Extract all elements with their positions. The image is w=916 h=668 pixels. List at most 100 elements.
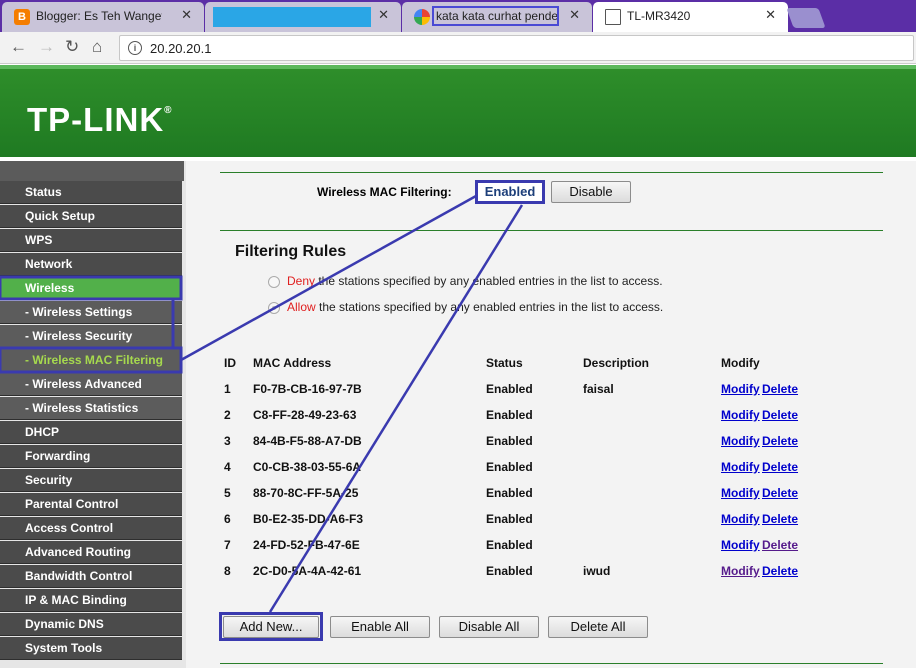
- tp-link-logo: TP-LINK®: [27, 101, 173, 139]
- add-new-button[interactable]: Add New...: [223, 616, 319, 638]
- header-banner: TP-LINK®: [0, 65, 916, 157]
- row-status: Enabled: [486, 408, 533, 422]
- row-id: 2: [224, 408, 231, 422]
- row-id: 4: [224, 460, 231, 474]
- row-status: Enabled: [486, 382, 533, 396]
- row-mac: 88-70-8C-FF-5A-25: [253, 486, 359, 500]
- row-description: iwud: [583, 564, 611, 578]
- deny-description: the stations specified by any enabled en…: [315, 274, 663, 288]
- menu-item-wireless-statistics[interactable]: - Wireless Statistics: [0, 397, 182, 420]
- row-status: Enabled: [486, 434, 533, 448]
- back-arrow-icon[interactable]: ←: [10, 37, 27, 57]
- menu-item-access-control[interactable]: Access Control: [0, 517, 182, 540]
- menu-item-wireless-advanced[interactable]: - Wireless Advanced: [0, 373, 182, 396]
- modify-link[interactable]: Modify: [721, 538, 760, 552]
- column-header-description: Description: [583, 356, 650, 370]
- row-status: Enabled: [486, 486, 533, 500]
- menu-item-dynamic-dns[interactable]: Dynamic DNS: [0, 613, 182, 636]
- menu-item-system-tools[interactable]: System Tools: [0, 637, 182, 660]
- modify-link[interactable]: Modify: [721, 408, 760, 422]
- enable-all-button[interactable]: Enable All: [330, 616, 430, 638]
- menu-item-ip-mac-binding[interactable]: IP & MAC Binding: [0, 589, 182, 612]
- menu-item-network[interactable]: Network: [0, 253, 182, 276]
- row-mac: 2C-D0-5A-4A-42-61: [253, 564, 362, 578]
- logo-text: TP-LINK: [27, 101, 165, 138]
- row-description: faisal: [583, 382, 614, 396]
- column-header-status: Status: [486, 356, 523, 370]
- allow-radio[interactable]: [268, 302, 280, 314]
- forward-arrow-icon[interactable]: →: [38, 37, 55, 57]
- deny-radio[interactable]: [268, 276, 280, 288]
- disable-button[interactable]: Disable: [551, 181, 631, 203]
- home-icon[interactable]: ⌂: [92, 37, 102, 57]
- menu-item-dhcp[interactable]: DHCP: [0, 421, 182, 444]
- allow-option-label: Allow the stations specified by any enab…: [287, 300, 663, 314]
- row-mac: C8-FF-28-49-23-63: [253, 408, 357, 422]
- delete-all-button[interactable]: Delete All: [548, 616, 648, 638]
- close-icon[interactable]: ✕: [181, 7, 192, 23]
- modify-link[interactable]: Modify: [721, 512, 760, 526]
- row-status: Enabled: [486, 460, 533, 474]
- row-mac: 84-4B-F5-88-A7-DB: [253, 434, 362, 448]
- main-content: Wireless MAC Filtering: Enabled Disable …: [186, 161, 916, 668]
- delete-link[interactable]: Delete: [762, 564, 798, 578]
- divider: [220, 230, 883, 231]
- delete-link[interactable]: Delete: [762, 382, 798, 396]
- delete-link[interactable]: Delete: [762, 486, 798, 500]
- browser-tab-redacted[interactable]: ✕: [205, 2, 401, 32]
- modify-link[interactable]: Modify: [721, 460, 760, 474]
- modify-link[interactable]: Modify: [721, 564, 760, 578]
- address-bar[interactable]: i 20.20.20.1: [119, 35, 914, 61]
- row-id: 3: [224, 434, 231, 448]
- delete-link[interactable]: Delete: [762, 512, 798, 526]
- close-icon[interactable]: ✕: [378, 7, 389, 23]
- info-icon[interactable]: i: [128, 41, 142, 55]
- close-icon[interactable]: ✕: [765, 7, 776, 23]
- menu-item-wireless-settings[interactable]: - Wireless Settings: [0, 301, 182, 324]
- close-icon[interactable]: ✕: [569, 7, 580, 23]
- redacted-tab-title: [213, 7, 371, 27]
- divider: [220, 172, 883, 173]
- row-mac: C0-CB-38-03-55-6A: [253, 460, 362, 474]
- row-status: Enabled: [486, 564, 533, 578]
- google-icon: [414, 9, 430, 25]
- row-status: Enabled: [486, 538, 533, 552]
- reload-icon[interactable]: ↻: [65, 37, 79, 57]
- divider: [220, 663, 883, 664]
- delete-link[interactable]: Delete: [762, 408, 798, 422]
- tab-title: kata kata curhat pendek: [432, 6, 559, 26]
- menu-item-wps[interactable]: WPS: [0, 229, 182, 252]
- modify-link[interactable]: Modify: [721, 382, 760, 396]
- menu-item-status[interactable]: Status: [0, 181, 182, 204]
- delete-link[interactable]: Delete: [762, 434, 798, 448]
- modify-link[interactable]: Modify: [721, 486, 760, 500]
- browser-tab-google-search[interactable]: kata kata curhat pendek ✕: [402, 2, 592, 32]
- menu-item-parental-control[interactable]: Parental Control: [0, 493, 182, 516]
- disable-all-button[interactable]: Disable All: [439, 616, 539, 638]
- row-status: Enabled: [486, 512, 533, 526]
- deny-option-label: Deny the stations specified by any enabl…: [287, 274, 663, 288]
- browser-tab-blogger[interactable]: B Blogger: Es Teh Wanget ✕: [2, 2, 204, 32]
- modify-link[interactable]: Modify: [721, 434, 760, 448]
- menu-item-wireless-mac-filtering[interactable]: - Wireless MAC Filtering: [0, 349, 182, 372]
- menu-item-security[interactable]: Security: [0, 469, 182, 492]
- row-id: 6: [224, 512, 231, 526]
- browser-toolbar: ← → ↻ ⌂ i 20.20.20.1: [0, 32, 916, 64]
- browser-tab-router[interactable]: TL-MR3420 ✕: [593, 2, 788, 32]
- delete-link[interactable]: Delete: [762, 538, 798, 552]
- new-tab-button[interactable]: [786, 8, 826, 28]
- menu-item-quick-setup[interactable]: Quick Setup: [0, 205, 182, 228]
- row-id: 1: [224, 382, 231, 396]
- registered-mark: ®: [164, 105, 173, 116]
- row-id: 7: [224, 538, 231, 552]
- allow-description: the stations specified by any enabled en…: [315, 300, 664, 314]
- menu-item-advanced-routing[interactable]: Advanced Routing: [0, 541, 182, 564]
- menu-item-bandwidth-control[interactable]: Bandwidth Control: [0, 565, 182, 588]
- delete-link[interactable]: Delete: [762, 460, 798, 474]
- menu-item-wireless-security[interactable]: - Wireless Security: [0, 325, 182, 348]
- deny-word: Deny: [287, 274, 316, 288]
- menu-item-forwarding[interactable]: Forwarding: [0, 445, 182, 468]
- menu-item-wireless[interactable]: Wireless: [0, 277, 182, 300]
- column-header-id: ID: [224, 356, 236, 370]
- sidebar-menu: Status Quick Setup WPS Network Wireless …: [0, 161, 186, 668]
